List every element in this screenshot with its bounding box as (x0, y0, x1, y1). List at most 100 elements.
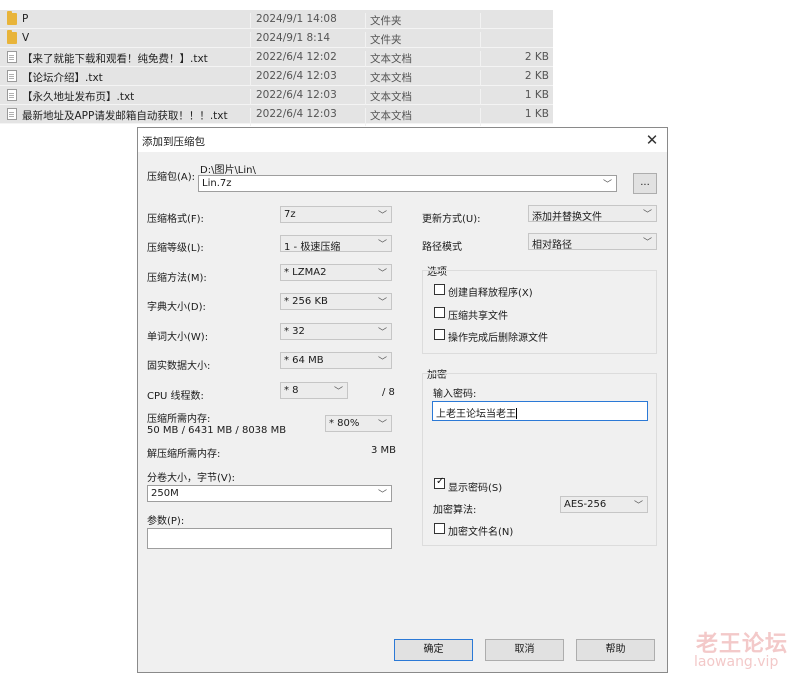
threads-label: CPU 线程数: (147, 391, 204, 402)
split-value: 250M (151, 488, 179, 499)
file-row[interactable]: 最新地址及APP请发邮箱自动获取！！！.txt 2022/6/4 12:03 文本文… (0, 105, 553, 126)
mem-comp-detail: 50 MB / 6431 MB / 8038 MB (147, 425, 287, 436)
txt-icon (7, 89, 17, 101)
txt-icon (7, 70, 17, 82)
word-value: * 32 (284, 326, 305, 337)
file-name: P (22, 13, 29, 25)
file-name: 最新地址及APP请发邮箱自动获取！！！.txt (22, 110, 228, 122)
method-value: * LZMA2 (284, 267, 327, 278)
chevron-down-icon: ﹀ (602, 180, 612, 190)
show-password-label: 显示密码(S) (448, 483, 503, 494)
file-date: 2022/6/4 12:02 (256, 51, 337, 63)
file-type: 文本文档 (370, 72, 412, 84)
show-password-checkbox[interactable]: ✓ (434, 476, 445, 489)
archive-name-combo[interactable]: Lin.7z ﹀ (198, 175, 617, 192)
pathmode-select[interactable]: 相对路径 ﹀ (528, 233, 657, 251)
update-select[interactable]: 添加并替换文件 ﹀ (528, 205, 657, 223)
file-date: 2024/9/1 14:08 (256, 13, 337, 25)
password-label: 输入密码: (433, 389, 477, 400)
file-date: 2022/6/4 12:03 (256, 108, 337, 120)
file-type: 文本文档 (370, 91, 412, 103)
watermark-url: laowang.vip (694, 654, 779, 670)
folder-icon (7, 11, 17, 25)
column-divider (365, 108, 366, 126)
file-size: 1 KB (524, 89, 549, 101)
dialog-title: 添加到压缩包 (142, 136, 205, 148)
word-label: 单词大小(W): (147, 332, 209, 343)
update-label: 更新方式(U): (422, 214, 481, 225)
add-to-archive-dialog: 添加到压缩包 ✕ 压缩包(A): D:\图片\Lin\ Lin.7z ﹀ ...… (137, 127, 668, 673)
file-size: 2 KB (524, 70, 549, 82)
chevron-down-icon: ﹀ (377, 298, 387, 308)
chevron-down-icon: ﹀ (377, 490, 387, 500)
delete-label: 操作完成后删除源文件 (448, 333, 548, 344)
folder-icon (7, 30, 17, 44)
chevron-down-icon: ﹀ (377, 211, 387, 221)
help-button[interactable]: 帮助 (576, 639, 655, 661)
file-type: 文本文档 (370, 110, 412, 122)
chevron-down-icon: ﹀ (377, 328, 387, 338)
file-row[interactable]: 【论坛介绍】.txt 2022/6/4 12:03 文本文档 2 KB (0, 67, 553, 88)
word-select[interactable]: * 32 ﹀ (280, 323, 392, 340)
mem-percent-select[interactable]: * 80% ﹀ (325, 415, 392, 432)
dict-value: * 256 KB (284, 296, 328, 307)
cancel-button[interactable]: 取消 (485, 639, 564, 661)
close-icon[interactable]: ✕ (643, 131, 661, 149)
browse-button[interactable]: ... (633, 173, 657, 194)
ok-button[interactable]: 确定 (394, 639, 473, 661)
shared-checkbox[interactable] (434, 307, 445, 318)
solid-label: 固实数据大小: (147, 361, 211, 372)
column-divider (480, 108, 481, 126)
file-row[interactable]: 【来了就能下载和观看！纯免费！】.txt 2022/6/4 12:02 文本文档 2 … (0, 48, 553, 69)
split-combo[interactable]: 250M ﹀ (147, 485, 392, 502)
file-list: P 2024/9/1 14:08 文件夹 V 2024/9/1 8:14 文件夹 【来了就能… (0, 10, 553, 126)
delete-checkbox[interactable] (434, 329, 445, 340)
level-label: 压缩等级(L): (147, 243, 204, 254)
mem-decomp-value: 3 MB (371, 445, 397, 456)
enc-method-select[interactable]: AES-256 ﹀ (560, 496, 648, 513)
column-divider (250, 108, 251, 126)
chevron-down-icon: ﹀ (377, 420, 387, 430)
solid-select[interactable]: * 64 MB ﹀ (280, 352, 392, 369)
encrypt-names-checkbox[interactable] (434, 523, 445, 534)
chevron-down-icon: ﹀ (377, 269, 387, 279)
file-row[interactable]: V 2024/9/1 8:14 文件夹 (0, 29, 553, 50)
method-label: 压缩方法(M): (147, 273, 207, 284)
archive-label: 压缩包(A): (147, 172, 196, 183)
txt-icon (7, 51, 17, 63)
file-date: 2024/9/1 8:14 (256, 32, 331, 44)
solid-value: * 64 MB (284, 355, 324, 366)
file-name: V (22, 32, 30, 44)
threads-value: * 8 (284, 385, 299, 396)
file-size: 2 KB (524, 51, 549, 63)
dict-select[interactable]: * 256 KB ﹀ (280, 293, 392, 310)
chevron-down-icon: ﹀ (333, 387, 343, 397)
level-select[interactable]: 1 - 极速压缩 ﹀ (280, 235, 392, 253)
mem-decomp-label: 解压缩所需内存: (147, 449, 221, 460)
archive-name-value: Lin.7z (202, 178, 232, 189)
archive-path: D:\图片\Lin\ (200, 165, 256, 176)
sfx-checkbox[interactable] (434, 284, 445, 295)
params-input[interactable] (147, 528, 392, 549)
format-select[interactable]: 7z ﹀ (280, 206, 392, 223)
chevron-down-icon: ﹀ (642, 238, 652, 248)
chevron-down-icon: ﹀ (633, 501, 643, 511)
file-name: 【来了就能下载和观看！纯免费！】.txt (22, 53, 208, 65)
file-date: 2022/6/4 12:03 (256, 89, 337, 101)
threads-select[interactable]: * 8 ﹀ (280, 382, 348, 399)
file-size: 1 KB (524, 108, 549, 120)
file-row[interactable]: P 2024/9/1 14:08 文件夹 (0, 10, 553, 31)
dict-label: 字典大小(D): (147, 302, 206, 313)
mem-comp-label: 压缩所需内存: (147, 414, 211, 425)
params-label: 参数(P): (147, 516, 185, 527)
pathmode-label: 路径模式 (422, 242, 462, 253)
password-input[interactable]: 上老王论坛当老王 (432, 401, 648, 421)
file-row[interactable]: 【永久地址发布页】.txt 2022/6/4 12:03 文本文档 1 KB (0, 86, 553, 107)
update-value: 添加并替换文件 (532, 212, 602, 223)
txt-icon (7, 108, 17, 120)
split-label: 分卷大小，字节(V): (147, 473, 236, 484)
file-name: 【论坛介绍】.txt (22, 72, 103, 84)
threads-total: / 8 (382, 387, 395, 398)
chevron-down-icon: ﹀ (642, 210, 652, 220)
method-select[interactable]: * LZMA2 ﹀ (280, 264, 392, 281)
